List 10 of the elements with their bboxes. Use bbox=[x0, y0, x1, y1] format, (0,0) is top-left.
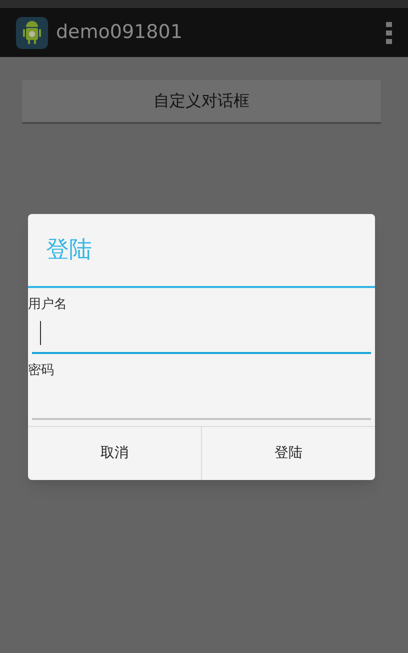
field-label: 用户名 bbox=[28, 296, 68, 314]
text-cursor bbox=[40, 321, 41, 345]
dialog-button[interactable]: 登陆 bbox=[201, 427, 375, 480]
custom-dialog-button[interactable]: 自定义对话框 bbox=[22, 80, 381, 124]
field-label: 密码 bbox=[28, 362, 55, 380]
app-title: demo091801 bbox=[56, 20, 182, 46]
dialog-title: 登陆 bbox=[46, 236, 92, 265]
overflow-menu-icon[interactable] bbox=[386, 22, 392, 44]
app-launcher-icon bbox=[16, 16, 48, 48]
dialog-button[interactable]: 取消 bbox=[28, 427, 201, 480]
